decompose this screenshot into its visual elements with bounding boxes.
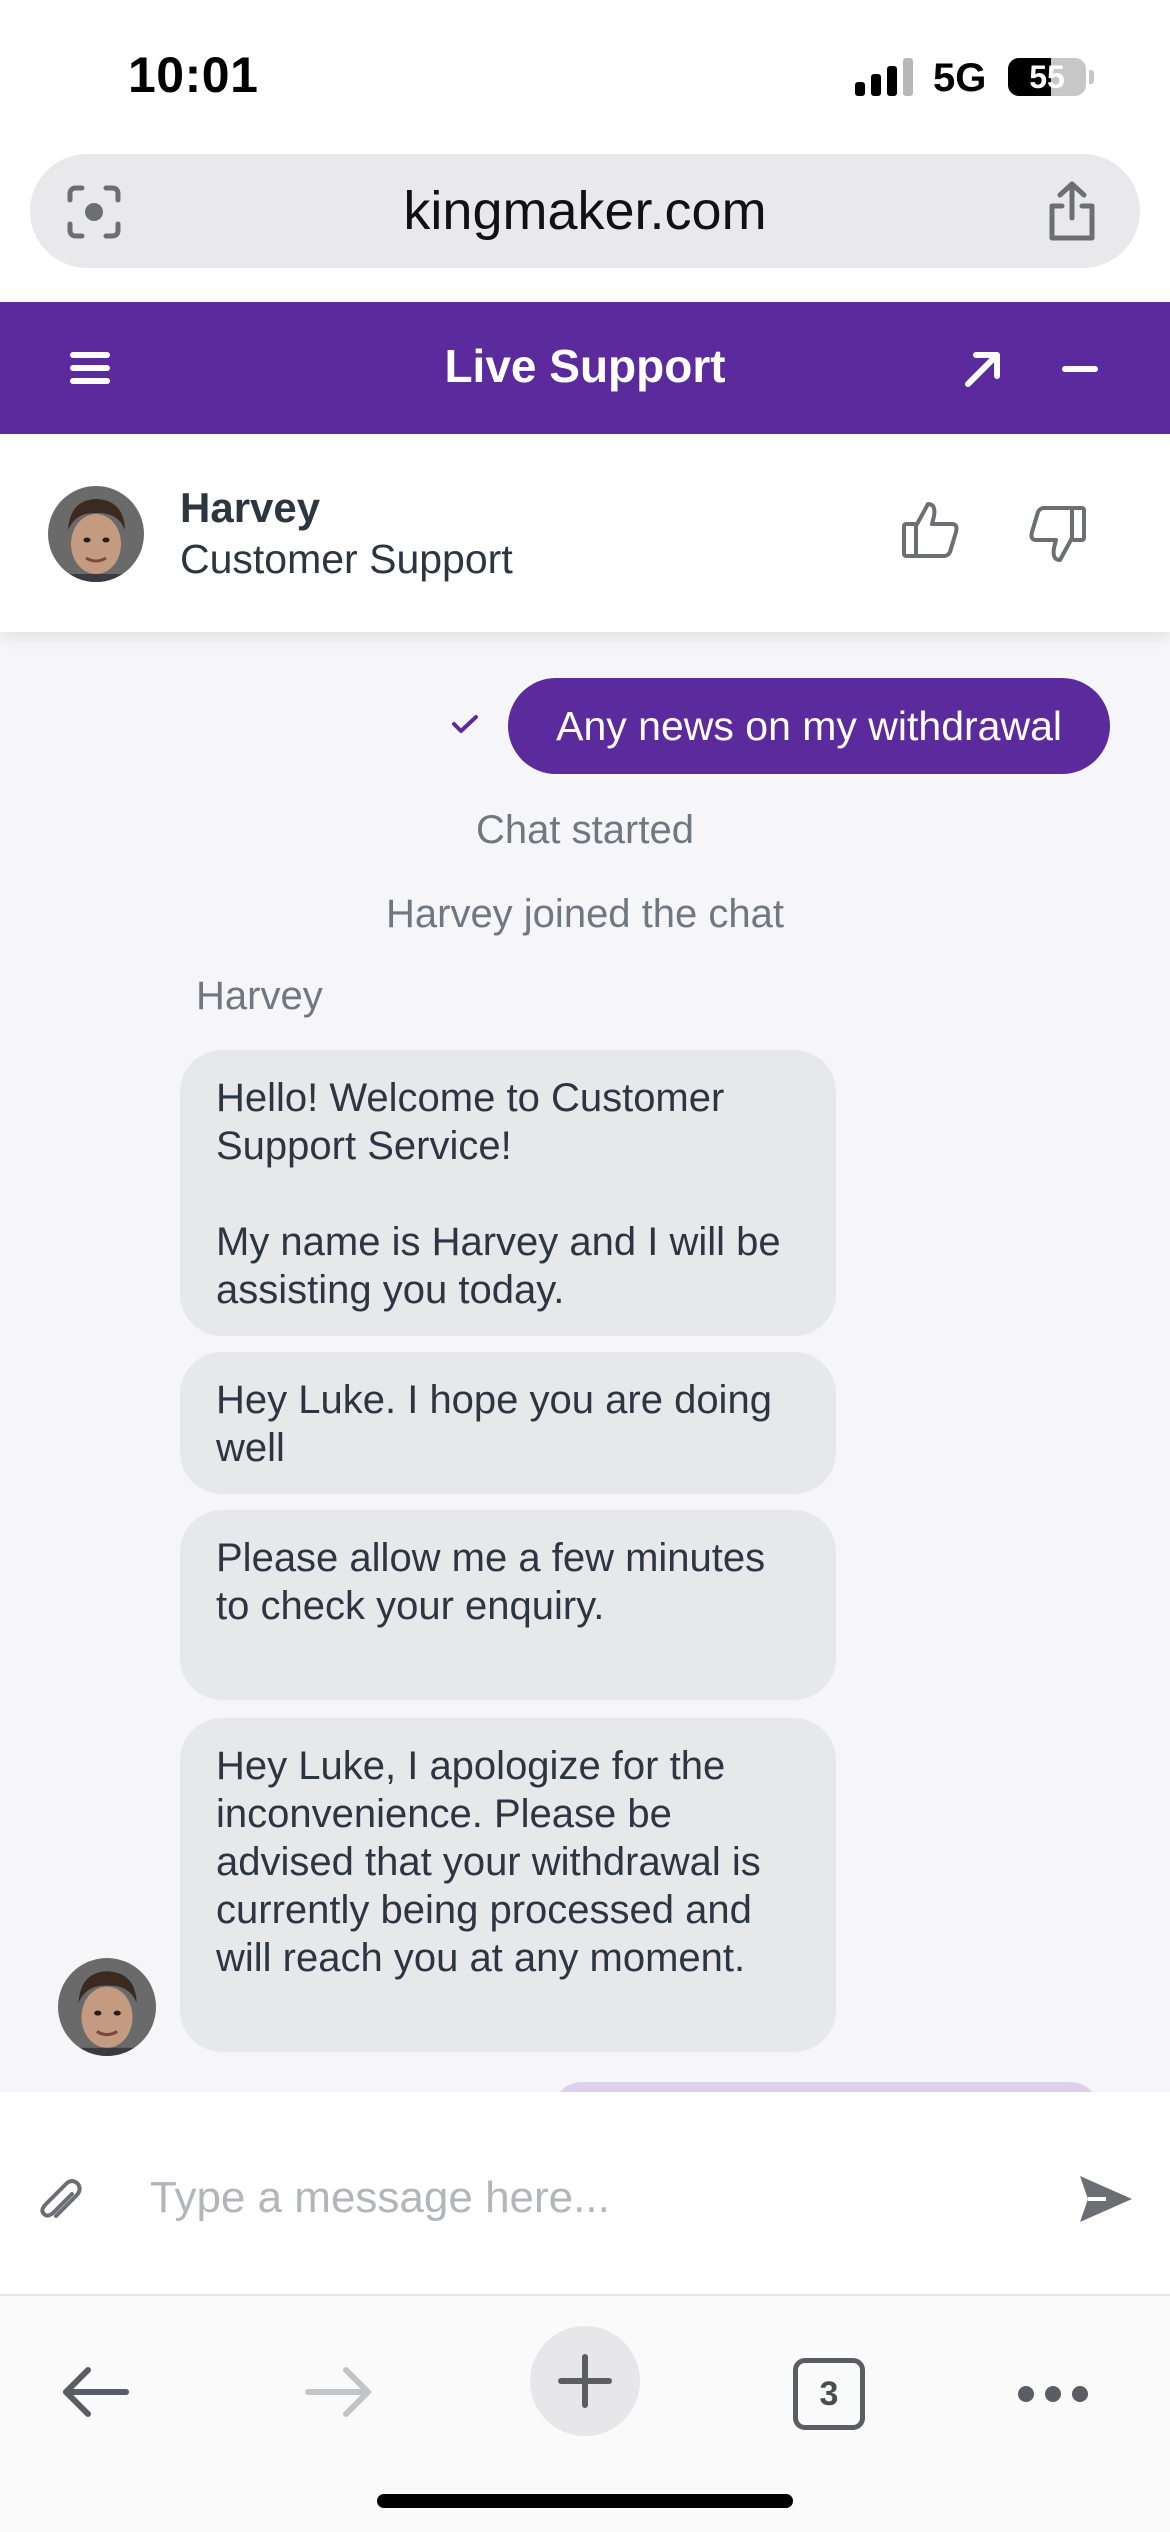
- arrow-right-icon[interactable]: [304, 2364, 374, 2420]
- message-input[interactable]: [150, 2162, 1030, 2234]
- paperclip-icon[interactable]: [36, 2174, 84, 2226]
- thumbs-down-icon[interactable]: [1026, 504, 1088, 566]
- incoming-message: Hello! Welcome to Customer Support Servi…: [180, 1050, 836, 1336]
- arrow-left-icon[interactable]: [60, 2364, 130, 2420]
- sender-label: Harvey: [196, 974, 323, 1018]
- incoming-message: Hey Luke, I apologize for the inconvenie…: [180, 1718, 836, 2052]
- minus-icon[interactable]: [1062, 366, 1098, 372]
- home-indicator: [377, 2494, 793, 2508]
- plus-icon: [558, 2354, 612, 2408]
- checkmark-icon: [452, 715, 478, 733]
- url-text[interactable]: kingmaker.com: [30, 180, 1140, 242]
- incoming-message: Hey Luke. I hope you are doing well: [180, 1352, 836, 1494]
- outgoing-message: Any news on my withdrawal: [508, 678, 1110, 774]
- outgoing-message-partial: [552, 2082, 1100, 2092]
- battery-cap: [1089, 70, 1094, 84]
- ellipsis-icon[interactable]: [1018, 2386, 1088, 2402]
- system-message: Chat started: [476, 808, 694, 852]
- cellular-signal-icon: [855, 58, 915, 96]
- agent-avatar: [58, 1958, 156, 2056]
- incoming-message: Please allow me a few minutes to check y…: [180, 1510, 836, 1700]
- arrow-up-right-icon[interactable]: [962, 348, 1004, 390]
- page: 10:01 5G 55 kingmaker.com Live Support H…: [0, 0, 1170, 2532]
- new-tab-button[interactable]: [530, 2326, 640, 2436]
- agent-bar: Harvey Customer Support: [0, 434, 1170, 632]
- status-bar: 10:01 5G 55: [0, 0, 1170, 150]
- send-icon[interactable]: [1076, 2172, 1134, 2226]
- support-header: Live Support: [0, 302, 1170, 434]
- address-bar[interactable]: kingmaker.com: [30, 154, 1140, 268]
- share-icon[interactable]: [1044, 180, 1100, 242]
- thumbs-up-icon[interactable]: [900, 498, 962, 560]
- agent-name: Harvey: [180, 484, 321, 531]
- chat-transcript[interactable]: Any news on my withdrawal Chat started H…: [0, 632, 1170, 2092]
- system-message: Harvey joined the chat: [385, 892, 784, 936]
- network-type: 5G: [933, 56, 987, 100]
- agent-avatar: [48, 486, 144, 582]
- battery-level: 55: [1029, 59, 1065, 95]
- status-time: 10:01: [128, 47, 259, 103]
- tab-count-button[interactable]: 3: [793, 2358, 865, 2430]
- agent-role: Customer Support: [180, 536, 513, 582]
- battery-icon: 55: [1008, 58, 1086, 96]
- message-composer: [0, 2092, 1170, 2296]
